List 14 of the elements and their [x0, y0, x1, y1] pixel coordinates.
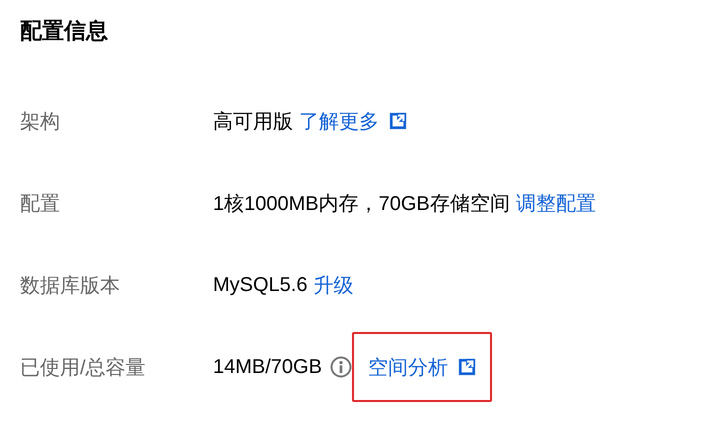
info-icon[interactable] [330, 356, 352, 378]
link[interactable]: 空间分析 [368, 354, 448, 380]
field-value: MySQL5.6 [213, 274, 308, 296]
field-value: 14MB/70GB [213, 356, 322, 378]
field-label: 数据库版本 [19, 274, 121, 298]
link[interactable]: 了解更多 [299, 108, 379, 134]
section-title: 配置信息 [19, 17, 109, 45]
field-label: 已使用/总容量 [19, 356, 147, 380]
field-value: 1核1000MB内存，70GB存储空间 [213, 192, 510, 216]
field-label: 配置 [19, 192, 61, 216]
field-value: 高可用版 [213, 110, 293, 134]
link[interactable]: 升级 [313, 272, 354, 298]
link[interactable]: 调整配置 [516, 190, 596, 216]
field-label: 架构 [19, 110, 61, 134]
